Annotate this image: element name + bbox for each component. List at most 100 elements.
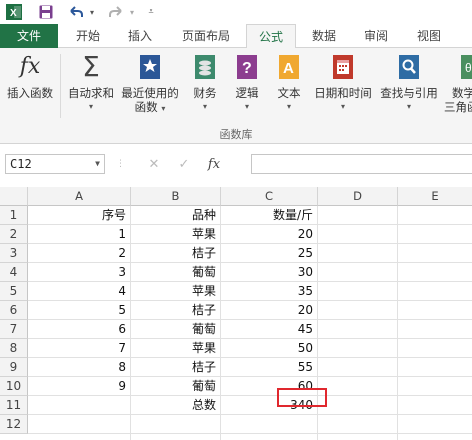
customize-qat-icon[interactable]: ⩡ <box>146 4 156 20</box>
svg-text:A: A <box>283 60 294 77</box>
math-trig-button[interactable]: θ 数学 三角函 <box>444 52 472 114</box>
column-header-c[interactable]: C <box>221 187 318 206</box>
row-header[interactable]: 3 <box>0 244 28 263</box>
group-label: 函数库 <box>219 128 253 141</box>
name-box[interactable]: C12 ▼ <box>5 154 105 174</box>
cell-a4[interactable]: 3 <box>28 263 130 282</box>
cell-a3[interactable]: 2 <box>28 244 130 263</box>
tab-review[interactable]: 审阅 <box>352 24 400 48</box>
cell-c7[interactable]: 45 <box>221 320 317 339</box>
worksheet-grid[interactable]: A B C D E 1 2 3 4 5 6 7 8 9 10 11 12 序号 … <box>0 187 472 440</box>
cell-b8[interactable]: 苹果 <box>131 339 220 358</box>
row-header[interactable]: 5 <box>0 282 28 301</box>
tab-page-layout[interactable]: 页面布局 <box>170 24 242 48</box>
calendar-book-icon <box>330 52 356 82</box>
tab-insert[interactable]: 插入 <box>116 24 164 48</box>
star-book-icon <box>137 52 163 82</box>
cell-c5[interactable]: 35 <box>221 282 317 301</box>
row-header[interactable]: 12 <box>0 415 28 434</box>
cell-b3[interactable]: 桔子 <box>131 244 220 263</box>
autosum-label: 自动求和 <box>68 86 114 100</box>
gridline <box>317 206 318 440</box>
cell-a5[interactable]: 4 <box>28 282 130 301</box>
sigma-icon: Σ <box>82 50 100 83</box>
row-header[interactable]: 11 <box>0 396 28 415</box>
cell-c6[interactable]: 20 <box>221 301 317 320</box>
row-header[interactable]: 7 <box>0 320 28 339</box>
magnifier-book-icon <box>396 52 422 82</box>
cell-c10[interactable]: 60 <box>221 377 317 396</box>
logical-button[interactable]: ? 逻辑 ▾ <box>228 52 266 114</box>
cell-b5[interactable]: 苹果 <box>131 282 220 301</box>
row-header[interactable]: 1 <box>0 206 28 225</box>
tab-data[interactable]: 数据 <box>300 24 348 48</box>
undo-dropdown-icon[interactable]: ▾ <box>88 4 96 20</box>
cell-c3[interactable]: 25 <box>221 244 317 263</box>
cell-c1[interactable]: 数量/斤 <box>221 206 317 225</box>
tab-view[interactable]: 视图 <box>404 24 454 48</box>
cell-b4[interactable]: 葡萄 <box>131 263 220 282</box>
insert-function-button[interactable]: fx 插入函数 <box>2 52 58 101</box>
cell-b9[interactable]: 桔子 <box>131 358 220 377</box>
cell-b6[interactable]: 桔子 <box>131 301 220 320</box>
chevron-down-icon: ▾ <box>286 102 291 111</box>
cancel-icon[interactable]: ✕ <box>139 157 169 172</box>
row-header[interactable]: 4 <box>0 263 28 282</box>
text-button[interactable]: A 文本 ▾ <box>270 52 308 114</box>
undo-icon[interactable] <box>66 4 86 20</box>
cell-c11[interactable]: 340 <box>221 396 317 415</box>
cell-b7[interactable]: 葡萄 <box>131 320 220 339</box>
cell-b10[interactable]: 葡萄 <box>131 377 220 396</box>
insert-function-label: 插入函数 <box>7 86 53 100</box>
save-icon[interactable] <box>38 4 54 20</box>
recently-used-button[interactable]: 最近使用的 函数 ▾ <box>118 52 182 116</box>
formula-input[interactable] <box>251 154 472 174</box>
cell-c2[interactable]: 20 <box>221 225 317 244</box>
chevron-down-icon: ▾ <box>406 102 411 111</box>
cell-c8[interactable]: 50 <box>221 339 317 358</box>
row-header[interactable]: 2 <box>0 225 28 244</box>
column-header-a[interactable]: A <box>28 187 131 206</box>
cell-a6[interactable]: 5 <box>28 301 130 320</box>
cell-a2[interactable]: 1 <box>28 225 130 244</box>
chevron-down-icon: ▾ <box>88 102 93 111</box>
redo-dropdown-icon[interactable]: ▾ <box>128 4 136 20</box>
row-header[interactable]: 8 <box>0 339 28 358</box>
cell-b11[interactable]: 总数 <box>131 396 220 415</box>
formula-bar: C12 ▼ ⋮ ✕ ✓ fx <box>0 144 472 186</box>
column-header-e[interactable]: E <box>398 187 472 206</box>
tab-file[interactable]: 文件 <box>0 24 58 48</box>
select-all-corner[interactable] <box>0 187 28 206</box>
math-book-icon: θ <box>458 52 472 82</box>
row-header[interactable]: 10 <box>0 377 28 396</box>
cell-a8[interactable]: 7 <box>28 339 130 358</box>
svg-text:X: X <box>10 8 17 19</box>
recently-used-label-2: 函数 <box>134 100 158 114</box>
cell-b1[interactable]: 品种 <box>131 206 220 225</box>
cell-a1[interactable]: 序号 <box>28 206 130 225</box>
tab-formulas[interactable]: 公式 <box>246 24 296 49</box>
cell-a10[interactable]: 9 <box>28 377 130 396</box>
row-header[interactable]: 6 <box>0 301 28 320</box>
datetime-button[interactable]: 日期和时间 ▾ <box>310 52 376 114</box>
text-book-icon: A <box>276 52 302 82</box>
excel-window: X ▾ ▾ ⩡ 文件 开始 插入 页面布局 公式 数据 审阅 视图 fx 插入函… <box>0 0 472 440</box>
financial-button[interactable]: 财务 ▾ <box>186 52 224 114</box>
column-header-b[interactable]: B <box>131 187 221 206</box>
lookup-reference-button[interactable]: 查找与引用 ▾ <box>376 52 442 114</box>
chevron-down-icon[interactable]: ▼ <box>95 155 100 173</box>
column-header-d[interactable]: D <box>318 187 398 206</box>
cell-a7[interactable]: 6 <box>28 320 130 339</box>
tab-home[interactable]: 开始 <box>64 24 112 48</box>
autosum-button[interactable]: Σ 自动求和 ▾ <box>64 52 118 114</box>
enter-icon[interactable]: ✓ <box>169 157 199 172</box>
row-header[interactable]: 9 <box>0 358 28 377</box>
cell-a9[interactable]: 8 <box>28 358 130 377</box>
chevron-down-icon: ▾ <box>244 102 249 111</box>
cell-c4[interactable]: 30 <box>221 263 317 282</box>
redo-icon[interactable] <box>106 4 126 20</box>
insert-function-icon[interactable]: fx <box>199 157 229 172</box>
cell-b2[interactable]: 苹果 <box>131 225 220 244</box>
datetime-label: 日期和时间 <box>314 86 372 100</box>
cell-c9[interactable]: 55 <box>221 358 317 377</box>
